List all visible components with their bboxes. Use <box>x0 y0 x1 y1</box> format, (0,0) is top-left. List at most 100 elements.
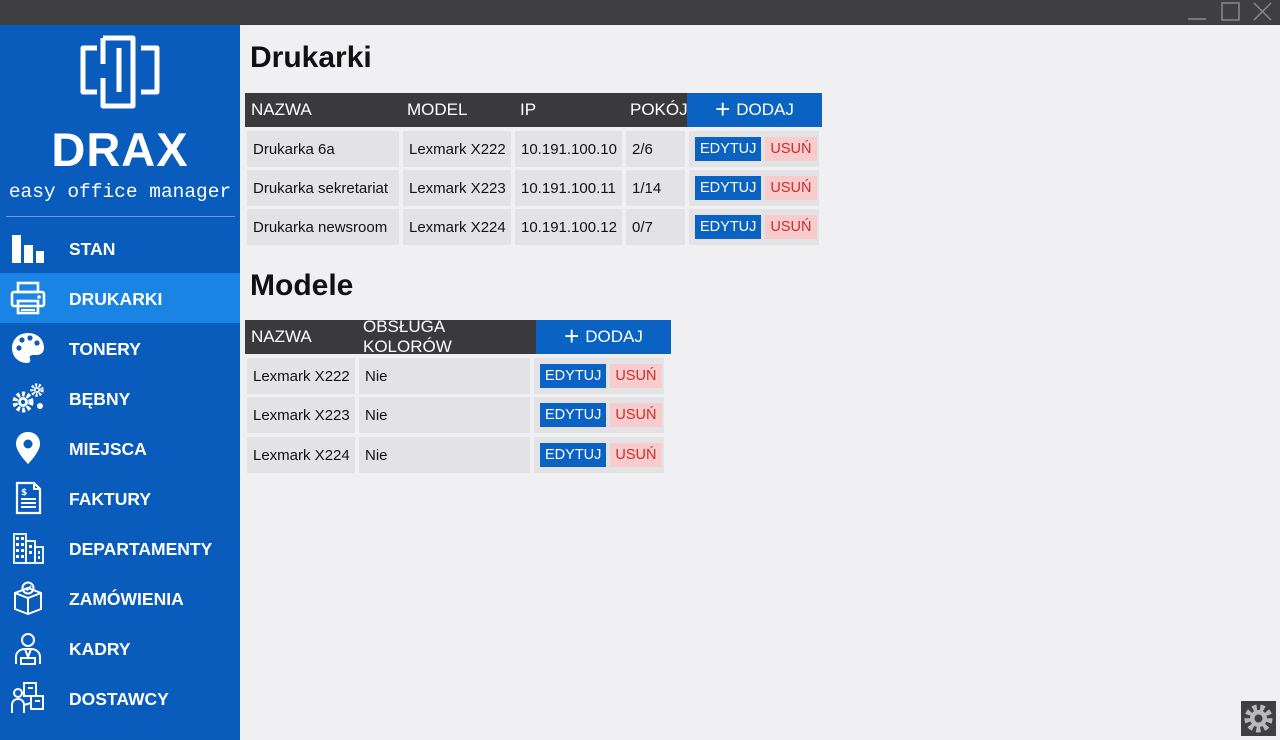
sidebar-item-label: DEPARTAMENTY <box>69 539 213 559</box>
printer-room-cell: 2/6 <box>626 131 685 167</box>
plus-icon: + <box>715 93 731 124</box>
column-header-name: NAZWA <box>245 93 401 127</box>
models-title: Modele <box>250 269 354 302</box>
printer-ip-cell: 10.191.100.11 <box>515 170 622 206</box>
sidebar-item-label: KADRY <box>69 639 131 659</box>
column-header-color-support: OBSŁUGA KOLORÓW <box>357 317 536 356</box>
table-row: Lexmark X222 Nie EDYTUJ USUŃ <box>247 358 664 394</box>
model-name-cell: Lexmark X224 <box>247 437 355 473</box>
sidebar-item-tonery[interactable]: TONERY <box>0 323 240 373</box>
table-row: Drukarka 6a Lexmark X222 10.191.100.10 2… <box>247 131 819 167</box>
printer-room-cell: 0/7 <box>626 209 685 245</box>
brand-tagline: easy office manager <box>8 181 232 203</box>
gears-icon <box>10 381 46 415</box>
palette-icon <box>10 331 46 365</box>
sidebar-item-dostawcy[interactable]: DOSTAWCY <box>0 673 240 723</box>
plus-icon: + <box>564 320 580 351</box>
printer-icon <box>10 281 46 315</box>
close-icon[interactable] <box>1251 2 1273 22</box>
printers-table-header: NAZWA MODEL IP POKÓJ + DODAJ <box>245 93 822 127</box>
printer-model-cell: Lexmark X223 <box>403 170 511 206</box>
printer-model-cell: Lexmark X222 <box>403 131 511 167</box>
model-color-cell: Nie <box>359 437 530 473</box>
row-actions: EDYTUJ USUŃ <box>534 358 664 394</box>
table-row: Drukarka newsroom Lexmark X224 10.191.10… <box>247 209 819 245</box>
column-header-model: MODEL <box>401 93 514 127</box>
add-model-button[interactable]: + DODAJ <box>536 320 671 354</box>
table-row: Lexmark X224 Nie EDYTUJ USUŃ <box>247 437 664 473</box>
add-printer-button[interactable]: + DODAJ <box>687 93 822 127</box>
invoice-icon: $ <box>10 481 46 515</box>
delete-button[interactable]: USUŃ <box>765 137 817 161</box>
sidebar-item-label: DOSTAWCY <box>69 689 169 709</box>
delete-button[interactable]: USUŃ <box>610 443 662 467</box>
delete-button[interactable]: USUŃ <box>765 176 817 200</box>
sidebar-item-bebny[interactable]: BĘBNY <box>0 373 240 423</box>
table-row: Drukarka sekretariat Lexmark X223 10.191… <box>247 170 819 206</box>
column-header-room: POKÓJ <box>624 93 688 127</box>
sidebar-item-label: TONERY <box>69 339 141 359</box>
bar-chart-icon <box>10 231 46 265</box>
row-actions: EDYTUJ USUŃ <box>534 397 664 433</box>
edit-button[interactable]: EDYTUJ <box>695 137 762 161</box>
sidebar-item-zamowienia[interactable]: ZAMÓWIENIA <box>0 573 240 623</box>
row-actions: EDYTUJ USUŃ <box>689 131 819 167</box>
employee-icon <box>10 631 46 665</box>
sidebar-item-miejsca[interactable]: MIEJSCA <box>0 423 240 473</box>
sidebar-item-stan[interactable]: STAN <box>0 223 240 273</box>
column-header-name: NAZWA <box>245 320 357 354</box>
sidebar: DRAX easy office manager STAN DRUKARKI T… <box>0 25 240 740</box>
sidebar-item-drukarki[interactable]: DRUKARKI <box>0 273 240 323</box>
printers-title: Drukarki <box>250 41 372 74</box>
package-icon <box>10 581 46 615</box>
title-bar <box>0 0 1280 25</box>
sidebar-item-label: STAN <box>69 239 116 259</box>
sidebar-item-label: ZAMÓWIENIA <box>69 589 184 609</box>
location-pin-icon <box>10 431 46 465</box>
settings-gear-icon[interactable] <box>1241 701 1276 736</box>
edit-button[interactable]: EDYTUJ <box>540 443 607 467</box>
row-actions: EDYTUJ USUŃ <box>534 437 664 473</box>
printer-model-cell: Lexmark X224 <box>403 209 511 245</box>
brand-name: DRAX <box>51 123 189 176</box>
minimize-icon[interactable] <box>1186 2 1208 22</box>
sidebar-divider <box>6 216 235 217</box>
model-color-cell: Nie <box>359 358 530 394</box>
edit-button[interactable]: EDYTUJ <box>540 364 607 388</box>
edit-button[interactable]: EDYTUJ <box>540 403 607 427</box>
printer-name-cell: Drukarka newsroom <box>247 209 399 245</box>
supplier-icon <box>10 681 46 715</box>
sidebar-item-kadry[interactable]: KADRY <box>0 623 240 673</box>
edit-button[interactable]: EDYTUJ <box>695 215 762 239</box>
sidebar-item-departamenty[interactable]: DEPARTAMENTY <box>0 523 240 573</box>
sidebar-item-faktury[interactable]: $ FAKTURY <box>0 473 240 523</box>
models-table-header: NAZWA OBSŁUGA KOLORÓW + DODAJ <box>245 317 671 356</box>
column-header-ip: IP <box>514 93 624 127</box>
building-icon <box>10 531 46 565</box>
table-row: Lexmark X223 Nie EDYTUJ USUŃ <box>247 397 664 433</box>
delete-button[interactable]: USUŃ <box>765 215 817 239</box>
add-label: DODAJ <box>736 100 794 119</box>
edit-button[interactable]: EDYTUJ <box>695 176 762 200</box>
sidebar-item-label: MIEJSCA <box>69 439 147 459</box>
sidebar-item-label: FAKTURY <box>69 489 151 509</box>
model-color-cell: Nie <box>359 397 530 433</box>
main-content: Drukarki NAZWA MODEL IP POKÓJ + DODAJ Dr… <box>240 25 1280 740</box>
printer-ip-cell: 10.191.100.10 <box>515 131 622 167</box>
delete-button[interactable]: USUŃ <box>610 364 662 388</box>
svg-text:$: $ <box>21 488 27 498</box>
printer-name-cell: Drukarka sekretariat <box>247 170 399 206</box>
printer-name-cell: Drukarka 6a <box>247 131 399 167</box>
sidebar-item-label: DRUKARKI <box>69 289 163 309</box>
printer-ip-cell: 10.191.100.12 <box>515 209 622 245</box>
sidebar-nav: STAN DRUKARKI TONERY BĘBNY MIEJSCA $ FAK… <box>0 223 240 723</box>
sidebar-item-label: BĘBNY <box>69 389 131 409</box>
add-label: DODAJ <box>585 327 643 346</box>
model-name-cell: Lexmark X222 <box>247 358 355 394</box>
maximize-icon[interactable] <box>1219 2 1241 22</box>
delete-button[interactable]: USUŃ <box>610 403 662 427</box>
logo-icon <box>79 34 161 109</box>
row-actions: EDYTUJ USUŃ <box>689 209 819 245</box>
printer-room-cell: 1/14 <box>626 170 685 206</box>
row-actions: EDYTUJ USUŃ <box>689 170 819 206</box>
